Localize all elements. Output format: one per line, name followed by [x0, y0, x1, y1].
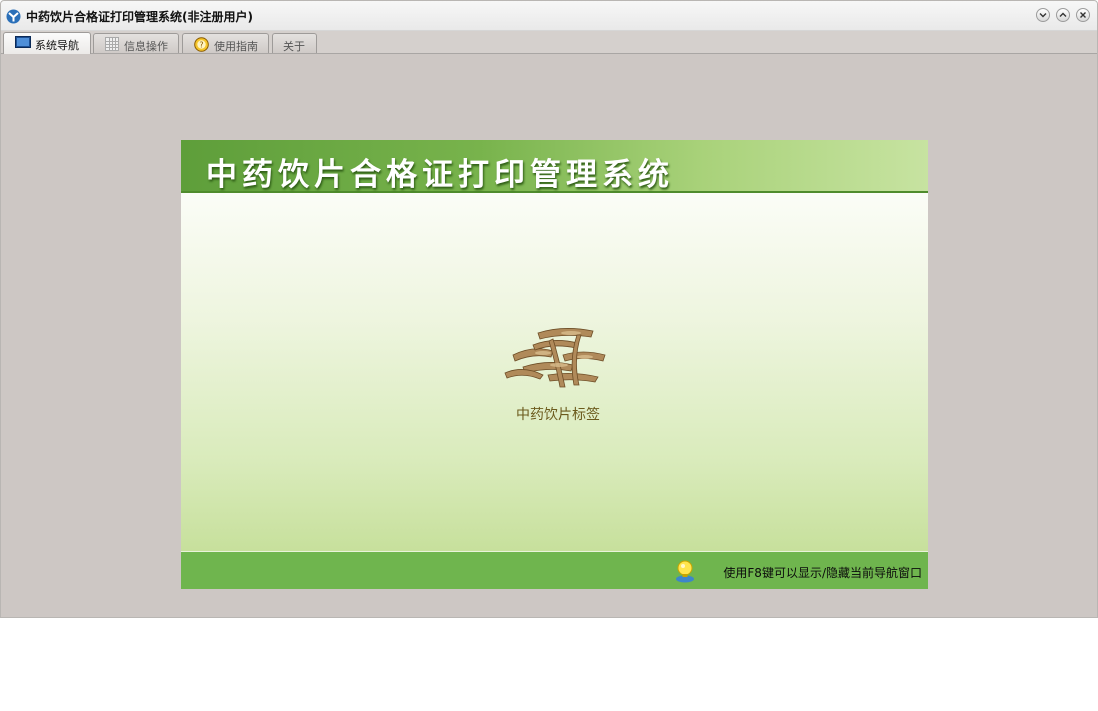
navigation-content: 中药饮片标签	[181, 193, 928, 551]
tab-label: 使用指南	[214, 40, 258, 53]
module-herbal-label[interactable]: 中药饮片标签	[491, 315, 621, 425]
minimize-icon	[1039, 13, 1047, 18]
herbal-slices-icon	[493, 315, 613, 399]
navigation-panel: 中药饮片合格证打印管理系统 中药饮片标签 使用F8键可以显示/隐藏当前导航窗口	[181, 140, 928, 589]
app-logo-icon	[6, 9, 21, 24]
close-icon	[1080, 12, 1086, 18]
svg-text:?: ?	[199, 41, 203, 50]
tab-about[interactable]: 关于	[272, 33, 317, 53]
app-window: 中药饮片合格证打印管理系统(非注册用户) 系统导航 信息操作 ? 使用指南 关于…	[0, 0, 1098, 618]
window-title: 中药饮片合格证打印管理系统(非注册用户)	[26, 10, 253, 24]
monitor-icon	[15, 36, 31, 52]
help-icon: ?	[194, 37, 209, 55]
maximize-icon	[1059, 12, 1067, 17]
tab-label: 信息操作	[124, 40, 168, 53]
module-label: 中药饮片标签	[516, 407, 600, 423]
banner: 中药饮片合格证打印管理系统	[181, 140, 928, 193]
minimize-button[interactable]	[1036, 8, 1050, 22]
tab-system-navigation[interactable]: 系统导航	[3, 32, 91, 54]
footer-tip: 使用F8键可以显示/隐藏当前导航窗口	[723, 566, 922, 580]
footer-bar: 使用F8键可以显示/隐藏当前导航窗口	[181, 551, 928, 589]
tab-info-operation[interactable]: 信息操作	[93, 33, 179, 53]
banner-title: 中药饮片合格证打印管理系统	[206, 157, 674, 193]
title-bar[interactable]: 中药饮片合格证打印管理系统(非注册用户)	[1, 1, 1097, 31]
tab-strip: 系统导航 信息操作 ? 使用指南 关于	[1, 31, 1097, 54]
tab-label: 系统导航	[35, 39, 79, 52]
lightbulb-user-icon	[674, 559, 696, 587]
tab-label: 关于	[283, 40, 305, 53]
tab-user-guide[interactable]: ? 使用指南	[182, 33, 269, 53]
grid-icon	[105, 37, 119, 54]
close-button[interactable]	[1076, 8, 1090, 22]
maximize-button[interactable]	[1056, 8, 1070, 22]
